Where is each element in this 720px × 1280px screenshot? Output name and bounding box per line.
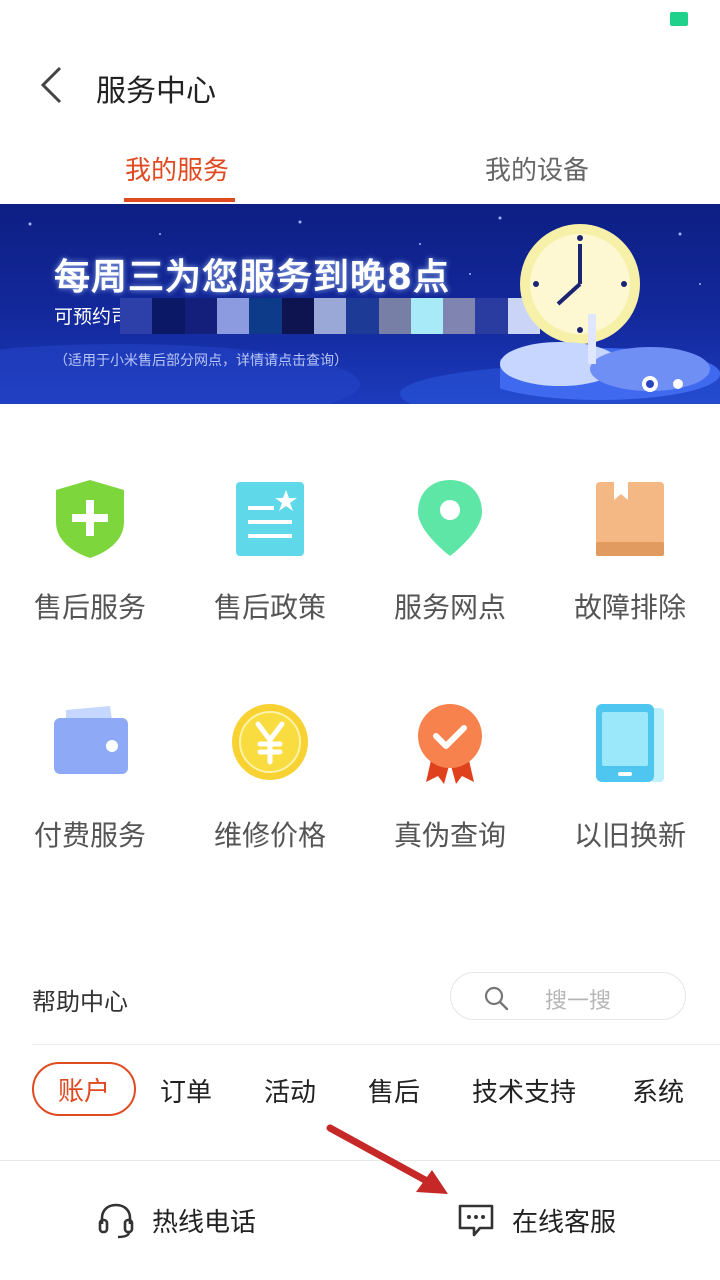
banner-headline: 每周三为您服务到晚8点	[54, 257, 451, 298]
service-label: 故障排除	[573, 591, 686, 624]
hotline-label: 热线电话	[152, 1207, 257, 1238]
service-label: 售后服务	[33, 591, 146, 624]
service-paid[interactable]: 付费服务	[0, 404, 180, 852]
banner-note: （适用于小米售后部分网点，详情请点击查询）	[54, 353, 348, 369]
mosaic-blur	[120, 298, 541, 334]
category-orders[interactable]: 订单	[160, 1072, 212, 1109]
help-center-bar: 帮助中心 搜一搜	[0, 960, 720, 1040]
wallet-icon	[54, 706, 128, 774]
category-account[interactable]: 账户	[32, 1062, 136, 1116]
category-events[interactable]: 活动	[264, 1072, 316, 1109]
tab-my-services[interactable]: 我的服务	[125, 150, 229, 187]
battery-icon	[670, 12, 688, 26]
service-grid: 售后服务 售后政策 服务网点 故障排除 付费服务 维修价格 真伪查询 以旧换新	[0, 404, 720, 924]
category-after-sales[interactable]: 售后	[368, 1072, 420, 1109]
tablet-icon	[596, 704, 664, 782]
chat-bubble-icon	[458, 1204, 494, 1237]
headset-icon	[98, 1203, 134, 1239]
promo-banner[interactable]: 每周三为您服务到晚8点 可预约司 （适用于小米售后部分网点，详情请点击查询）	[0, 204, 720, 404]
online-service-button[interactable]: 在线客服	[456, 1190, 616, 1250]
service-label: 售后政策	[213, 591, 326, 624]
help-center-title: 帮助中心	[32, 988, 128, 1016]
status-bar	[0, 0, 720, 40]
category-tabs: 账户 订单 活动 售后 技术支持 系统	[0, 1060, 720, 1120]
header: 服务中心	[0, 40, 720, 130]
service-label: 真伪查询	[393, 819, 506, 852]
red-arrow-annotation	[326, 1124, 448, 1194]
chevron-left-icon	[40, 66, 62, 104]
page-title: 服务中心	[96, 74, 216, 109]
tab-my-devices[interactable]: 我的设备	[485, 150, 589, 187]
back-button[interactable]	[26, 62, 76, 108]
yen-coin-icon	[232, 704, 308, 780]
search-input[interactable]: 搜一搜	[450, 972, 686, 1020]
service-label: 付费服务	[33, 819, 146, 852]
badge-check-icon	[418, 704, 482, 784]
search-placeholder: 搜一搜	[545, 989, 612, 1014]
tab-indicator	[124, 198, 235, 202]
service-label: 服务网点	[393, 591, 506, 624]
service-label: 维修价格	[213, 819, 326, 852]
banner-subtitle: 可预约司	[54, 306, 131, 328]
category-tech-support[interactable]: 技术支持	[472, 1072, 576, 1109]
moon-clock-illustration	[500, 224, 720, 400]
hotline-button[interactable]: 热线电话	[96, 1190, 256, 1250]
tab-bar: 我的服务 我的设备	[0, 140, 720, 204]
service-authenticity[interactable]: 真伪查询	[360, 404, 540, 852]
search-icon	[484, 986, 509, 1011]
service-repair-price[interactable]: 维修价格	[180, 404, 360, 852]
online-service-label: 在线客服	[512, 1207, 617, 1238]
service-label: 以旧换新	[573, 819, 686, 852]
category-system[interactable]: 系统	[632, 1072, 684, 1109]
divider	[32, 1044, 720, 1045]
service-trade-in[interactable]: 以旧换新	[540, 404, 720, 852]
